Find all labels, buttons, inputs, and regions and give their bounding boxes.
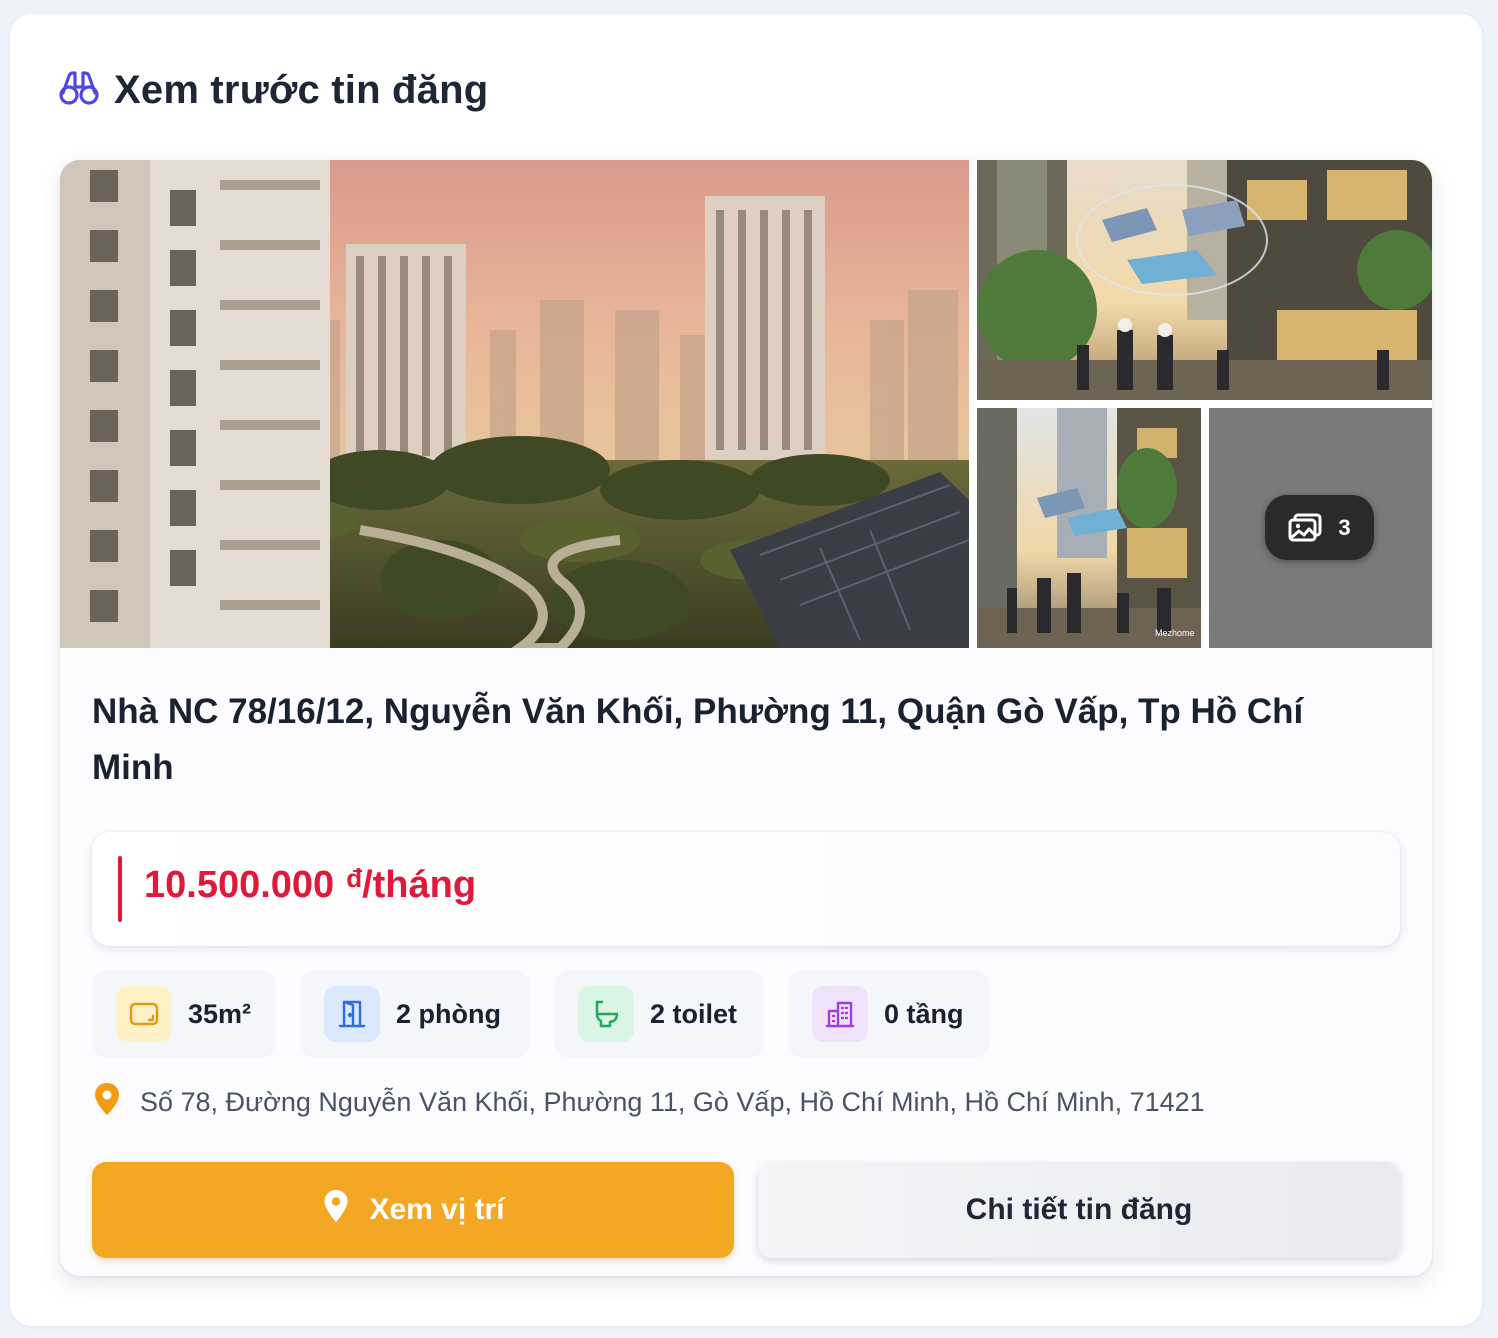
price-currency: đ	[346, 863, 363, 893]
spec-rooms: 2 phòng	[300, 970, 530, 1058]
price-unit: /tháng	[362, 864, 477, 906]
watermark-text: Mezhome	[1155, 628, 1195, 638]
spec-rooms-label: 2 phòng	[396, 998, 501, 1029]
spec-floors: 0 tầng	[788, 970, 990, 1058]
main-photo[interactable]	[60, 160, 969, 648]
door-icon	[324, 986, 380, 1042]
price-accent-bar	[118, 856, 122, 922]
view-location-button[interactable]: Xem vị trí	[92, 1162, 734, 1258]
images-icon	[1288, 513, 1322, 543]
price: 10.500.000 đ /tháng	[144, 863, 477, 907]
spec-area: 35m²	[92, 970, 276, 1058]
spec-floors-label: 0 tầng	[884, 998, 964, 1029]
more-photos-badge[interactable]: 3	[1265, 495, 1374, 560]
price-box: 10.500.000 đ /tháng	[92, 832, 1400, 946]
address-text: Số 78, Đường Nguyễn Văn Khối, Phường 11,…	[140, 1086, 1205, 1117]
address: Số 78, Đường Nguyễn Văn Khối, Phường 11,…	[92, 1082, 1205, 1120]
page-title: Xem trước tin đăng	[114, 67, 489, 112]
more-photos-count: 3	[1338, 514, 1351, 540]
listing-detail-button[interactable]: Chi tiết tin đăng	[758, 1162, 1400, 1258]
spec-area-label: 35m²	[188, 998, 252, 1029]
spec-toilets: 2 toilet	[554, 970, 764, 1058]
panel-header: Xem trước tin đăng	[58, 68, 488, 112]
more-photos-tile[interactable]: 3	[1209, 408, 1432, 648]
building-icon	[812, 986, 868, 1042]
price-amount: 10.500.000	[144, 864, 335, 906]
map-pin-icon	[321, 1189, 351, 1231]
preview-panel: Xem trước tin đăng Mezhome 3 Nhà NC 78/1…	[10, 14, 1482, 1326]
listing-title[interactable]: Nhà NC 78/16/12, Nguyễn Văn Khối, Phường…	[92, 684, 1382, 796]
map-pin-icon	[92, 1081, 122, 1124]
listing-detail-label: Chi tiết tin đăng	[965, 1193, 1193, 1226]
toilet-icon	[578, 986, 634, 1042]
photo-gallery[interactable]: Mezhome 3	[60, 160, 1432, 648]
binoculars-icon	[58, 67, 100, 114]
view-location-label: Xem vị trí	[369, 1193, 505, 1226]
photo-2[interactable]	[977, 160, 1432, 400]
area-icon	[116, 986, 172, 1042]
spec-toilets-label: 2 toilet	[650, 998, 738, 1029]
photo-3[interactable]: Mezhome	[977, 408, 1201, 648]
listing-card[interactable]: Mezhome 3 Nhà NC 78/16/12, Nguyễn Văn Kh…	[60, 160, 1432, 1276]
